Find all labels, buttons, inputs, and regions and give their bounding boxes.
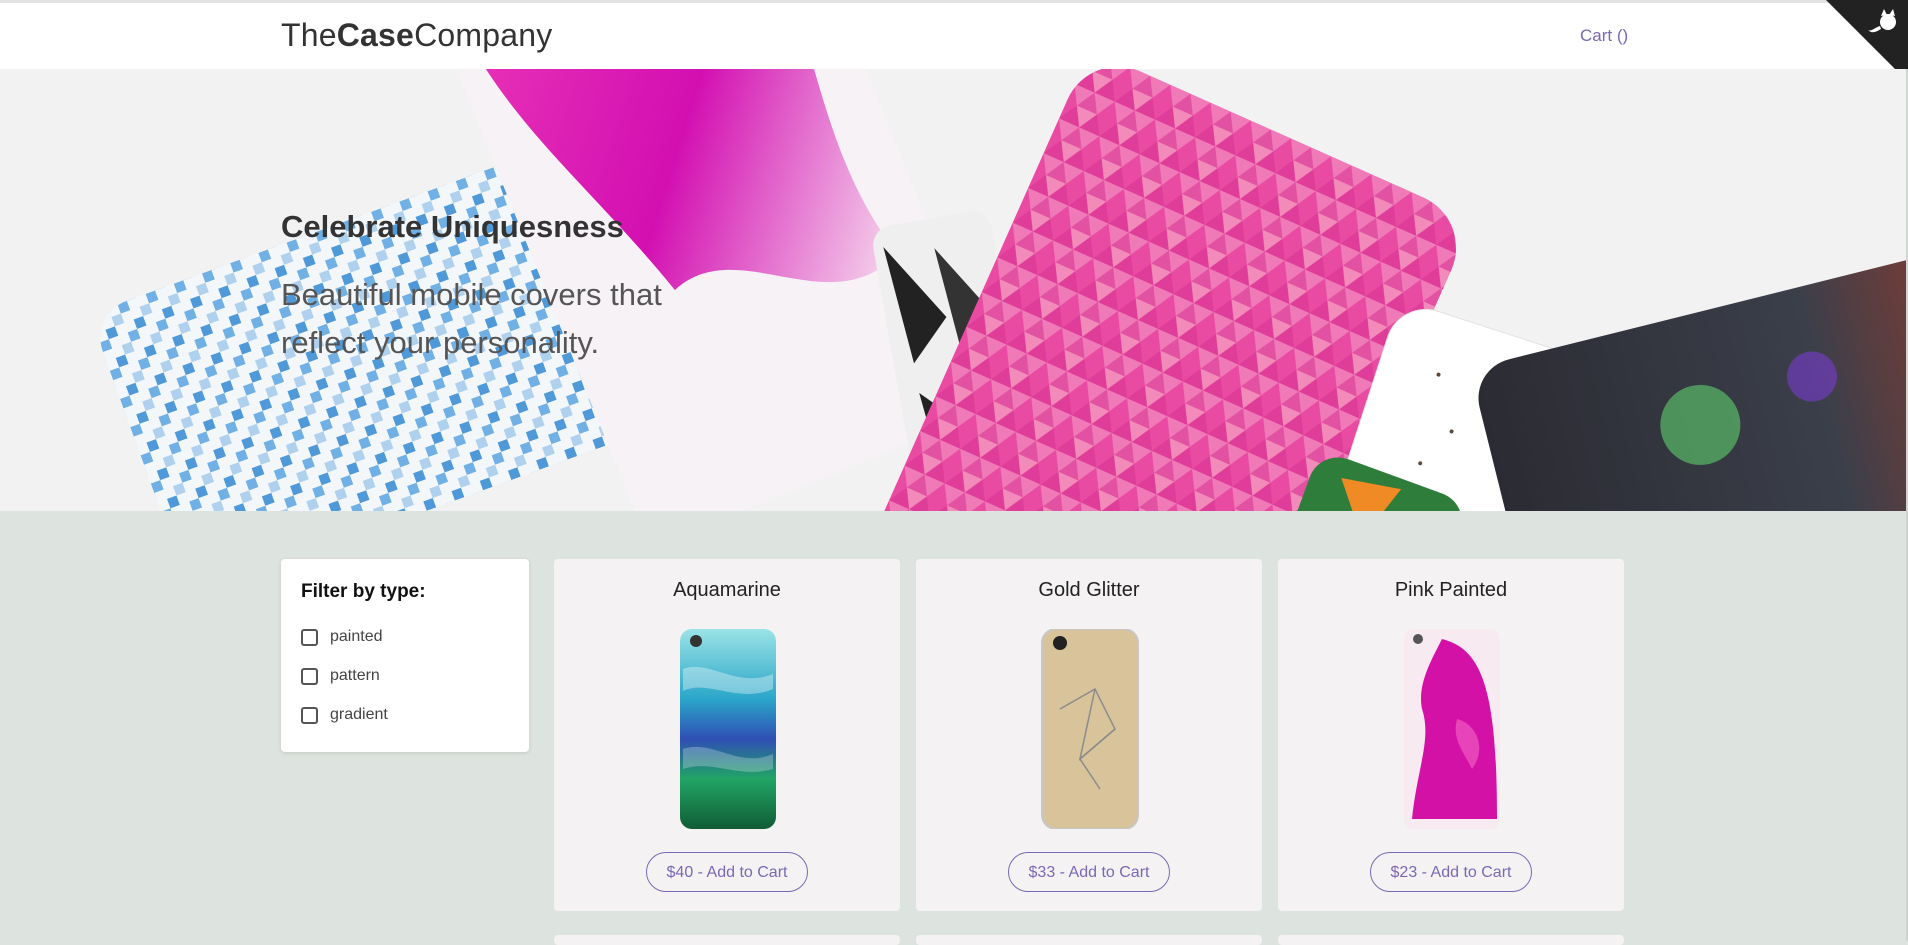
product-image — [1404, 629, 1500, 829]
checkbox[interactable] — [301, 667, 318, 685]
product-card-aquamarine: Aquamarine $40 - Add to Cart — [554, 559, 900, 911]
checkbox[interactable] — [301, 628, 318, 646]
add-to-cart-button[interactable]: $23 - Add to Cart — [1370, 852, 1532, 892]
hero-subtitle: Beautiful mobile covers that reflect you… — [281, 277, 662, 360]
filter-option-label: gradient — [330, 706, 388, 723]
checkbox[interactable] — [301, 706, 318, 724]
product-card-next-row — [1278, 935, 1624, 945]
filter-title: Filter by type: — [301, 581, 426, 602]
hero-banner: Celebrate Uniquesness Beautiful mobile c… — [0, 69, 1908, 511]
product-image — [1041, 629, 1139, 829]
filter-option-painted[interactable]: painted — [301, 626, 383, 648]
site-logo[interactable]: TheCaseCompany — [281, 17, 552, 54]
product-name: Aquamarine — [673, 579, 781, 601]
product-card-gold-glitter: Gold Glitter $33 - Add to Cart — [916, 559, 1262, 911]
product-name: Pink Painted — [1394, 579, 1508, 601]
filter-option-label: pattern — [330, 667, 380, 684]
cart-link[interactable]: Cart () — [1580, 26, 1628, 46]
product-image — [680, 629, 776, 829]
filter-option-gradient[interactable]: gradient — [301, 704, 388, 726]
add-to-cart-button[interactable]: $40 - Add to Cart — [646, 852, 808, 892]
product-card-next-row — [554, 935, 900, 945]
filter-panel: Filter by type: painted pattern gradient — [281, 559, 529, 752]
product-card-pink-painted: Pink Painted $23 - Add to Cart — [1278, 559, 1624, 911]
filter-option-pattern[interactable]: pattern — [301, 665, 380, 687]
filter-option-label: painted — [330, 628, 383, 645]
add-to-cart-button[interactable]: $33 - Add to Cart — [1008, 852, 1170, 892]
product-name: Gold Glitter — [1038, 579, 1140, 601]
site-header: TheCaseCompany Cart () — [0, 3, 1908, 70]
product-card-next-row — [916, 935, 1262, 945]
hero-title: Celebrate Uniquesness — [281, 209, 624, 244]
